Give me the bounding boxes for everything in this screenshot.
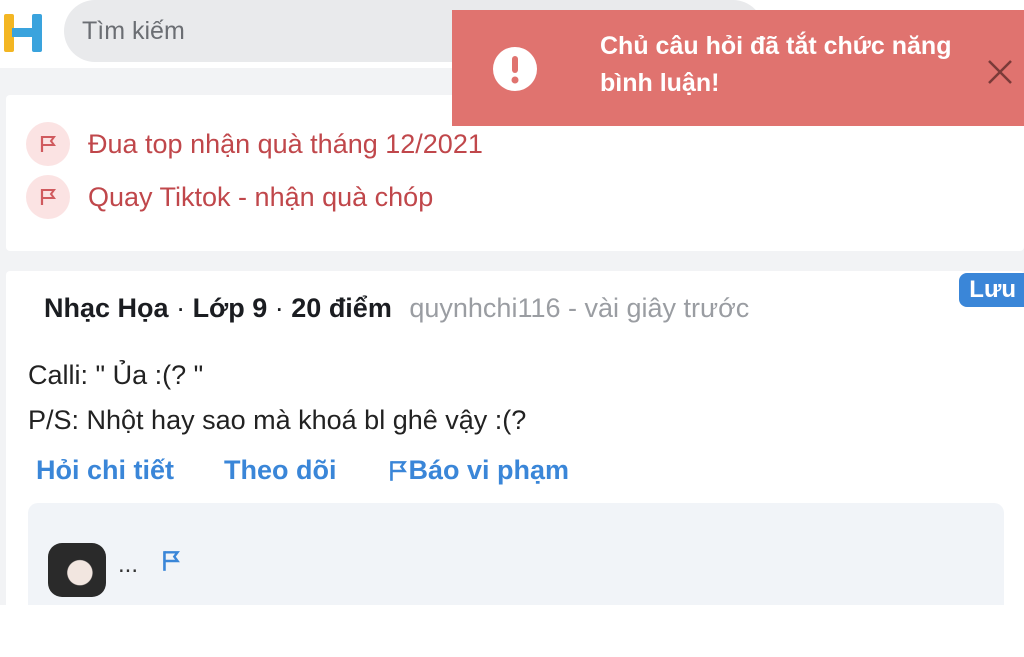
author-time[interactable]: quynhchi116 - vài giây trước	[409, 293, 749, 323]
save-button[interactable]: Lưu	[959, 273, 1024, 307]
flag-icon	[389, 460, 407, 481]
error-toast: Chủ câu hỏi đã tắt chức năng bình luận!	[452, 10, 1024, 126]
points-label: 20 điểm	[291, 293, 392, 323]
page: Tìm kiếm Đua top nhận quà tháng 12/2021	[0, 0, 1024, 605]
answer-preview: ...	[28, 503, 1004, 605]
separator: ·	[176, 293, 193, 323]
announcement-item[interactable]: Đua top nhận quà tháng 12/2021	[26, 121, 483, 167]
separator: ·	[274, 293, 292, 323]
flag-icon	[26, 122, 70, 166]
flag-icon	[26, 175, 70, 219]
report-link[interactable]: Báo vi phạm	[387, 455, 570, 486]
grade-label[interactable]: Lớp 9	[193, 293, 268, 323]
report-label: Báo vi phạm	[408, 455, 570, 485]
announcement-item[interactable]: Quay Tiktok - nhận quà chóp	[26, 174, 433, 220]
toast-message: Chủ câu hỏi đã tắt chức năng bình luận!	[600, 32, 952, 97]
hoc24-logo[interactable]	[2, 8, 46, 54]
follow-link[interactable]: Theo dõi	[224, 455, 336, 486]
question-card: Lưu Nhạc Họa · Lớp 9 · 20 điểm quynhchi1…	[6, 271, 1024, 605]
announcement-label: Đua top nhận quà tháng 12/2021	[88, 128, 483, 159]
flag-icon[interactable]	[160, 549, 182, 573]
ask-detail-link[interactable]: Hỏi chi tiết	[36, 455, 174, 486]
exclamation-icon	[493, 47, 537, 91]
avatar[interactable]	[48, 543, 106, 597]
announcement-label: Quay Tiktok - nhận quà chóp	[88, 181, 434, 212]
subject-label[interactable]: Nhạc Họa	[44, 293, 169, 323]
search-placeholder: Tìm kiếm	[82, 16, 185, 45]
close-icon[interactable]	[986, 58, 1014, 86]
post-meta: Nhạc Họa · Lớp 9 · 20 điểm quynhchi116 -…	[44, 293, 749, 324]
body-line: P/S: Nhột hay sao mà khoá bl ghê vậy :(?	[28, 405, 527, 435]
post-actions: Hỏi chi tiết Theo dõi Báo vi phạm	[36, 455, 619, 486]
body-line: Calli: " Ủa :(? "	[28, 360, 204, 390]
question-body: Calli: " Ủa :(? " P/S: Nhột hay sao mà k…	[28, 353, 526, 443]
answer-ellipsis: ...	[118, 551, 139, 578]
